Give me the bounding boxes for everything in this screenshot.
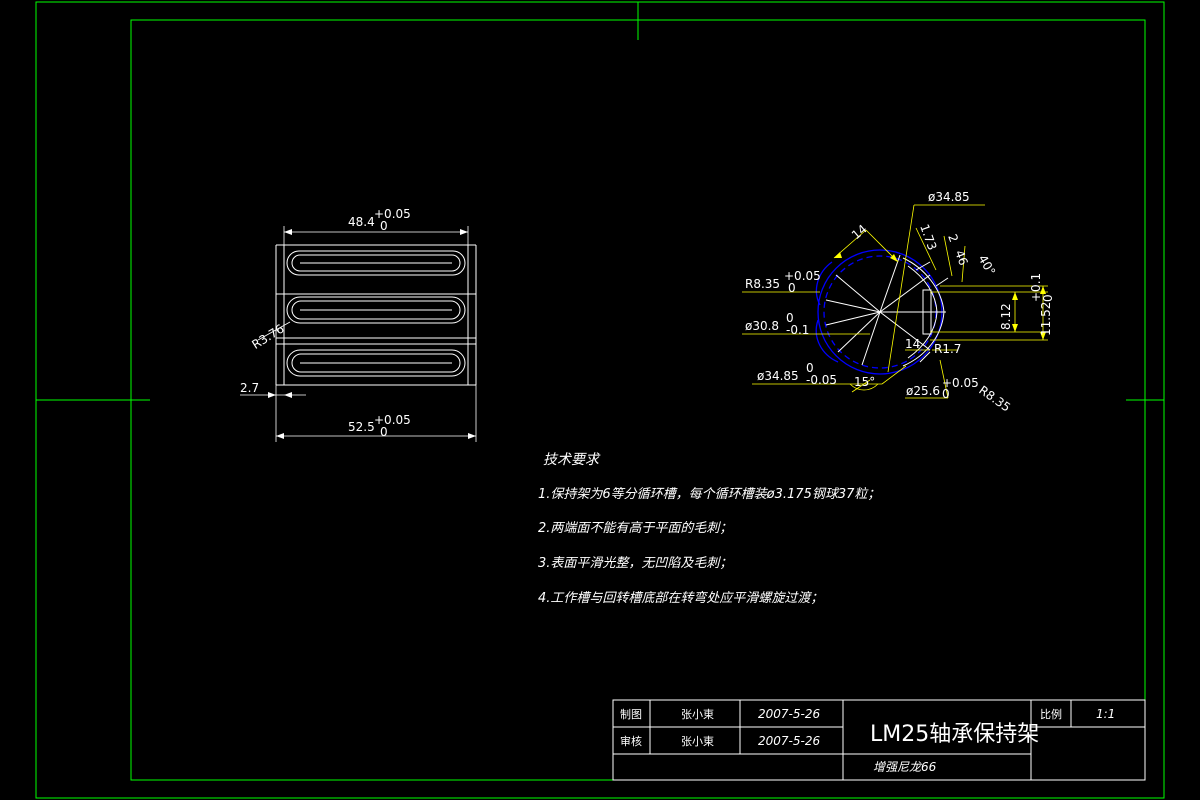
material: 增强尼龙66 [873,760,937,774]
side-dim-14-top: 14 [849,222,870,243]
side-dim-14-bottom: 14 [905,337,920,351]
tech-item-3: 3.表面平滑光整，无凹陷及毛刺； [538,556,732,571]
side-radius-bottom-right: R8.35 [976,383,1013,415]
cad-drawing-canvas: 48.4 +0.05 0 52.5 +0.05 0 2.7 R3.76 ø34.… [35,1,1165,799]
side-dim-1152-tolerance-lower: 0 [1041,294,1055,302]
checked-by-label: 审核 [620,734,642,748]
scale-label: 比例 [1040,707,1062,721]
side-angle-40: 40° [975,253,998,278]
drawn-by-name: 张小東 [681,708,714,721]
side-dim-1152: 11.52 [1039,302,1053,336]
side-view-geometry [825,254,949,367]
front-view-outline [275,244,477,386]
title-block: 制图 张小東 2007-5-26 审核 张小東 2007-5-26 LM25轴承… [612,699,1146,781]
side-radius-left: R8.35 [745,277,780,291]
tech-item-1: 1.保持架为6等分循环槽，每个循环槽装ø3.175钢球37粒； [538,487,880,502]
side-diameter-bottom-tolerance-lower: -0.05 [806,373,837,387]
side-diameter-top: ø34.85 [928,190,970,204]
scale-value: 1:1 [1096,707,1115,721]
front-top-tolerance-lower: 0 [380,219,388,233]
part-name: LM25轴承保持架 [870,722,1039,747]
tech-item-2: 2.两端面不能有高于平面的毛刺； [538,521,732,536]
front-top-dimension: 48.4 [348,215,375,229]
side-view: ø34.85 R8.35 +0.05 0 ø30.8 0 -0.1 ø34.85… [742,190,1055,415]
front-bottom-dimension: 52.5 [348,420,375,434]
side-diameter-inner-tolerance-lower: -0.1 [786,323,809,337]
front-view: 48.4 +0.05 0 52.5 +0.05 0 2.7 R3.76 [240,207,477,442]
tech-item-4: 4.工作槽与回转槽底部在转弯处应平滑螺旋过渡； [538,590,823,606]
drawn-date: 2007-5-26 [758,707,820,721]
checked-by-name: 张小東 [681,735,714,748]
tech-title: 技术要求 [543,452,601,468]
front-radius-label: R3.76 [249,321,286,351]
side-diameter-small-tolerance-lower: 0 [942,387,950,401]
front-bottom-tolerance-lower: 0 [380,425,388,439]
side-diameter-inner: ø30.8 [745,319,779,333]
side-radius-left-tolerance-lower: 0 [788,281,796,295]
drawn-by-label: 制图 [620,708,642,721]
checked-date: 2007-5-26 [758,734,820,748]
side-radius-r17: R1.7 [934,342,961,356]
side-dim-812: 8.12 [999,303,1013,330]
front-left-dimension: 2.7 [240,381,259,395]
side-dim-46: 46 [952,248,970,267]
technical-requirements: 技术要求 1.保持架为6等分循环槽，每个循环槽装ø3.175钢球37粒； 2.两… [538,452,880,606]
side-diameter-small: ø25.6 [906,384,940,398]
front-view-arrows [268,229,476,439]
side-dim-2: 2 [945,232,961,244]
side-diameter-bottom: ø34.85 [757,369,799,383]
side-angle-15: 15° [854,375,875,389]
